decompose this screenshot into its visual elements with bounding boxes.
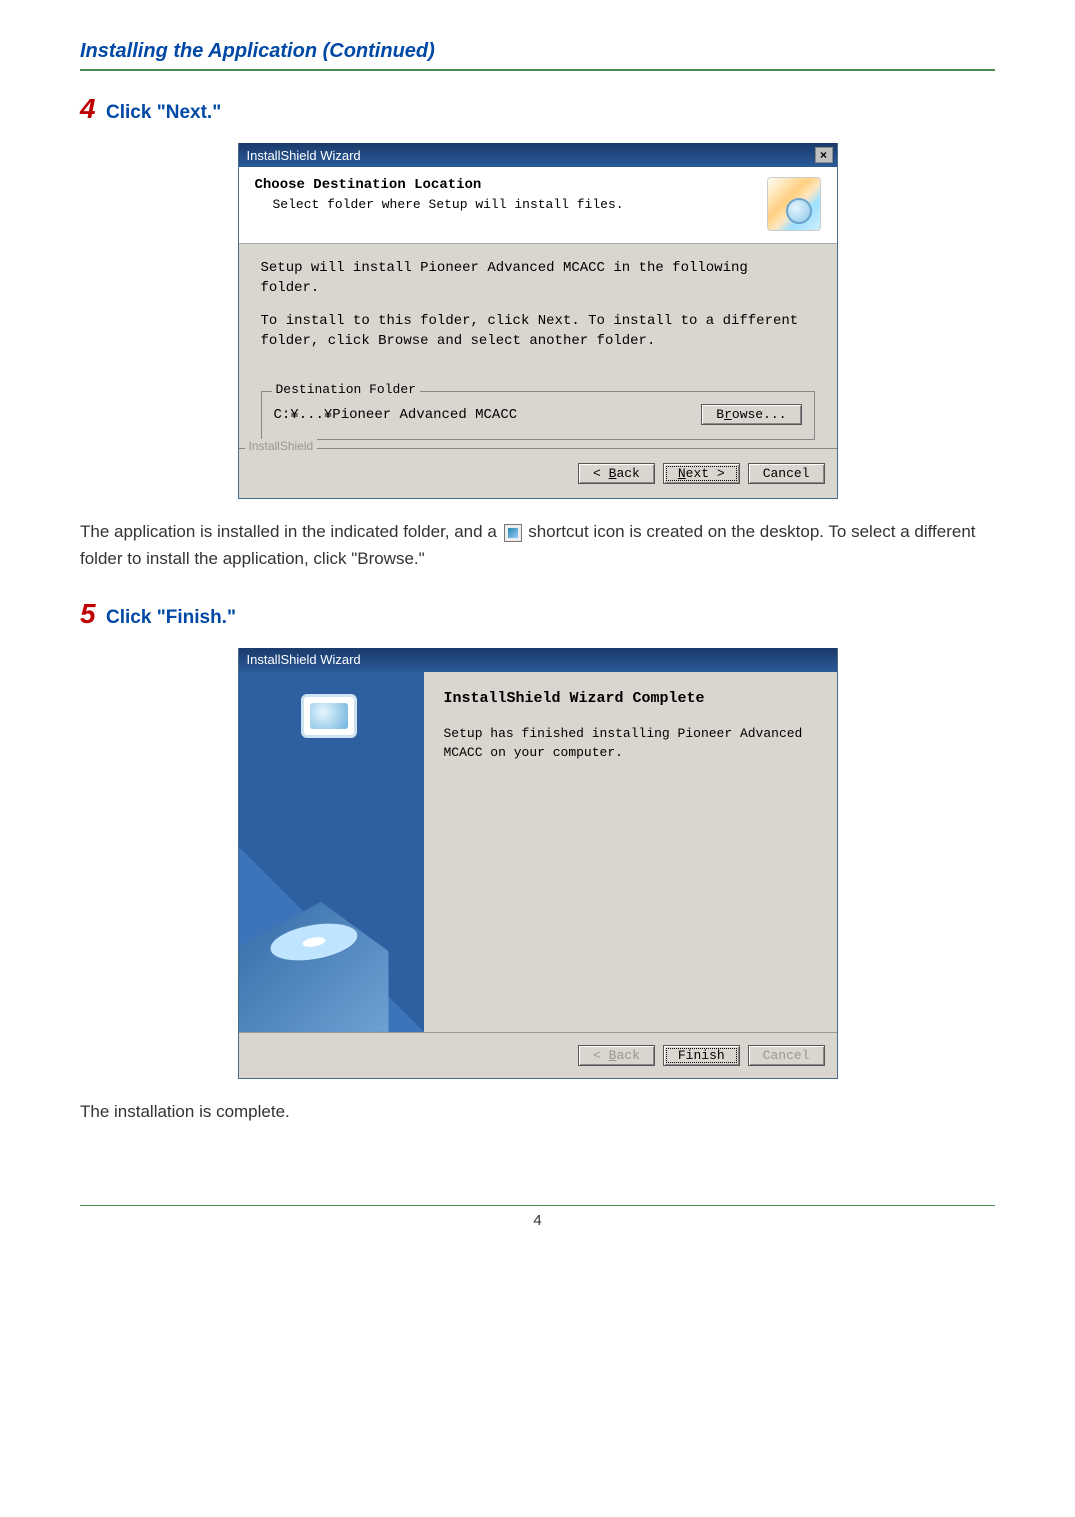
dialog2-footer: < Back Finish Cancel: [239, 1032, 837, 1078]
dialog1-line2: To install to this folder, click Next. T…: [261, 311, 815, 352]
app-shortcut-icon: [504, 524, 522, 542]
dialog1-header-sub: Select folder where Setup will install f…: [273, 197, 767, 212]
back2-post: ack: [616, 1048, 639, 1063]
step-5-number: 5: [80, 598, 96, 629]
close-icon[interactable]: ×: [815, 147, 833, 163]
dialog1-title: InstallShield Wizard: [247, 148, 361, 163]
dialog1-footer: InstallShield < Back Next > Cancel: [239, 448, 837, 498]
dialog2-heading: InstallShield Wizard Complete: [444, 690, 817, 707]
dialog2-side-graphic: [239, 672, 424, 1032]
step-4-number: 4: [80, 93, 96, 124]
page: Installing the Application (Continued) 4…: [0, 0, 1075, 1517]
browse-hotkey: r: [724, 407, 732, 422]
dialog2-title: InstallShield Wizard: [247, 652, 361, 667]
finish-button[interactable]: Finish: [663, 1045, 740, 1066]
completion-text: The installation is complete.: [80, 1099, 995, 1125]
installshield-label: InstallShield: [245, 439, 318, 453]
next-post: ext >: [686, 466, 725, 481]
dialog2-titlebar: InstallShield Wizard: [239, 648, 837, 672]
back-button[interactable]: < Back: [578, 463, 655, 484]
step-4-text: Click "Next.": [106, 102, 221, 123]
browse-pre: B: [716, 407, 724, 422]
installer-logo-icon: [767, 177, 821, 231]
cancel-button[interactable]: Cancel: [748, 463, 825, 484]
monitor-icon: [301, 694, 357, 738]
step-4-line: 4 Click "Next.": [80, 93, 995, 125]
dialog1-header: Choose Destination Location Select folde…: [239, 167, 837, 244]
back-pre: <: [593, 466, 609, 481]
back2-pre: <: [593, 1048, 609, 1063]
next-button[interactable]: Next >: [663, 463, 740, 484]
dialog2-text: Setup has finished installing Pioneer Ad…: [444, 725, 817, 763]
browse-post: owse...: [732, 407, 787, 422]
dialog1-line1: Setup will install Pioneer Advanced MCAC…: [261, 258, 815, 299]
install-location-dialog: InstallShield Wizard × Choose Destinatio…: [238, 143, 838, 499]
step-5-text: Click "Finish.": [106, 607, 236, 628]
dialog1-titlebar: InstallShield Wizard ×: [239, 143, 837, 167]
section-title: Installing the Application (Continued): [80, 40, 995, 71]
destination-folder-legend: Destination Folder: [272, 382, 420, 397]
next-hotkey: N: [678, 466, 686, 481]
page-number: 4: [80, 1205, 995, 1229]
dialog1-header-text: Choose Destination Location Select folde…: [255, 177, 767, 212]
dialog1-button-row: < Back Next > Cancel: [251, 463, 825, 484]
dialog1-body: Setup will install Pioneer Advanced MCAC…: [239, 244, 837, 448]
destination-folder-group: Destination Folder C:¥...¥Pioneer Advanc…: [261, 391, 815, 440]
cancel-button-disabled: Cancel: [748, 1045, 825, 1066]
step-5-line: 5 Click "Finish.": [80, 598, 995, 630]
para1-a: The application is installed in the indi…: [80, 522, 502, 541]
back-button-disabled: < Back: [578, 1045, 655, 1066]
destination-path: C:¥...¥Pioneer Advanced MCACC: [274, 407, 518, 423]
install-description: The application is installed in the indi…: [80, 519, 995, 572]
back-post: ack: [616, 466, 639, 481]
dialog1-header-title: Choose Destination Location: [255, 177, 767, 193]
dialog2-main: InstallShield Wizard Complete Setup has …: [424, 672, 837, 1032]
install-complete-dialog: InstallShield Wizard InstallShield Wizar…: [238, 648, 838, 1079]
browse-button[interactable]: Browse...: [701, 404, 801, 425]
dialog2-body: InstallShield Wizard Complete Setup has …: [239, 672, 837, 1032]
